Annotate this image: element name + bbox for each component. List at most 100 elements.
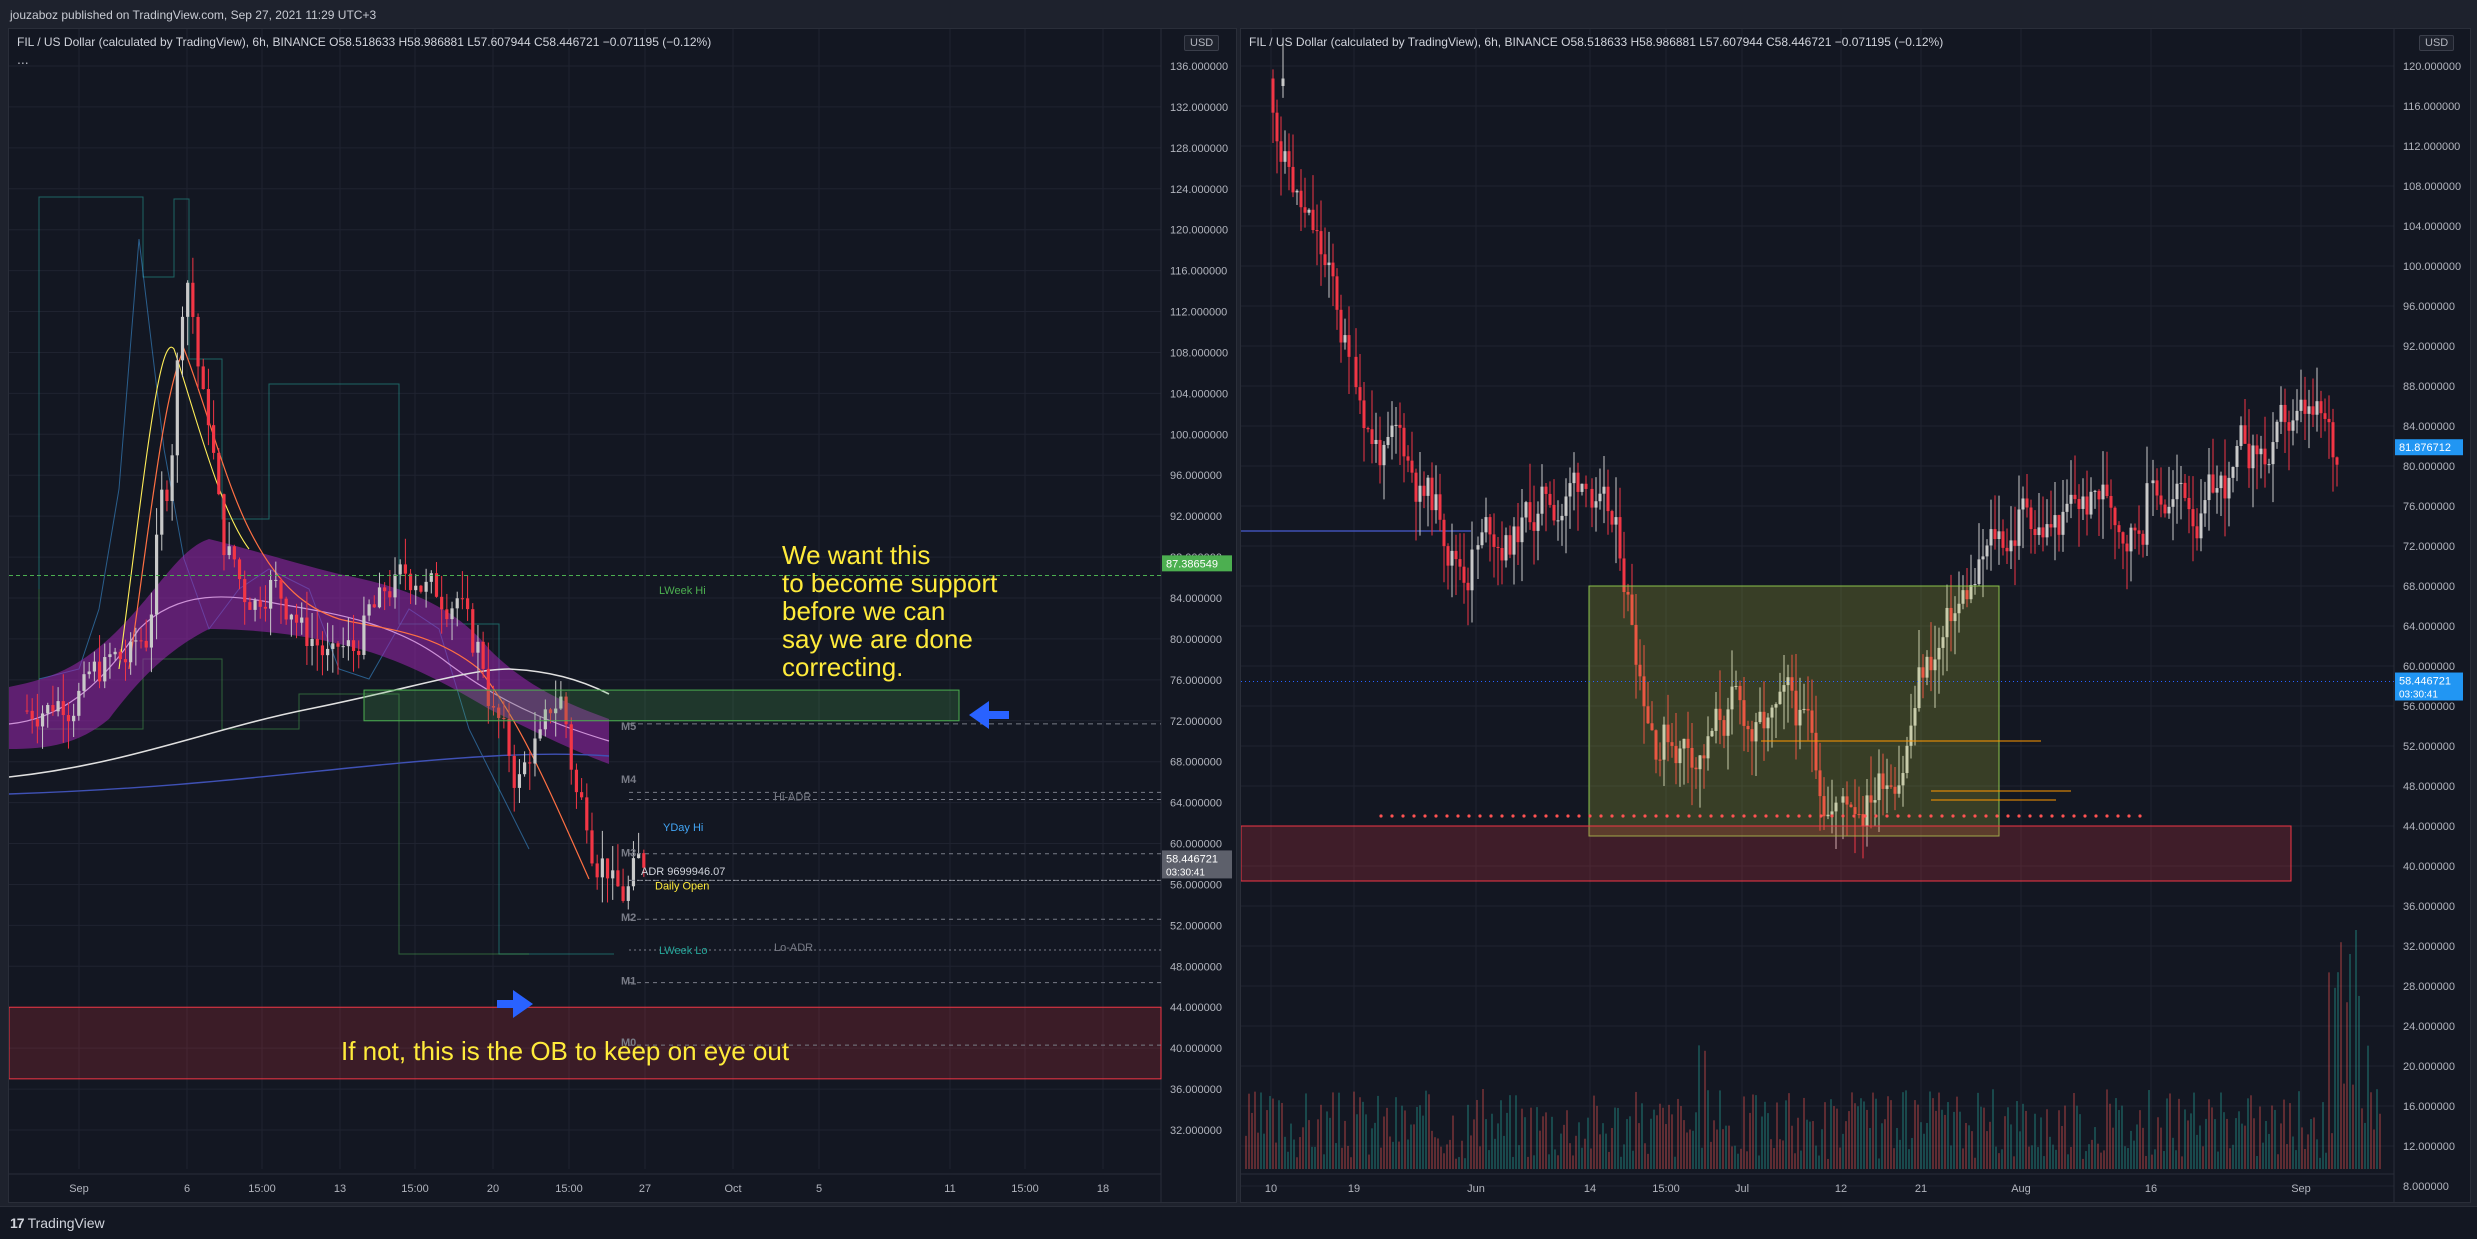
candle-body bbox=[129, 641, 133, 663]
volume-bar bbox=[1740, 1148, 1742, 1169]
candle-body bbox=[1977, 559, 1981, 585]
right-currency-badge[interactable]: USD bbox=[2419, 35, 2455, 51]
volume-bar bbox=[1731, 1146, 1733, 1169]
volume-bar bbox=[1893, 1148, 1895, 1169]
volume-bar bbox=[2256, 1155, 2258, 1169]
volume-bar bbox=[1809, 1121, 1811, 1169]
volume-bar bbox=[1503, 1135, 1505, 1169]
volume-bar bbox=[1614, 1107, 1616, 1169]
left-currency-badge[interactable]: USD bbox=[1184, 35, 1220, 51]
candle-body bbox=[2187, 497, 2191, 510]
candle-body bbox=[237, 559, 242, 580]
last-price-text: 58.446721 bbox=[1166, 853, 1218, 865]
candle-body bbox=[258, 600, 262, 607]
volume-bar bbox=[1584, 1138, 1586, 1169]
price-tick-label: 76.000000 bbox=[1170, 675, 1222, 687]
volume-bar bbox=[2334, 987, 2336, 1169]
candle-body bbox=[40, 713, 45, 727]
volume-bar bbox=[1662, 1107, 1664, 1169]
volume-bar bbox=[2043, 1156, 2045, 1169]
volume-bar bbox=[1743, 1096, 1745, 1169]
candle-body bbox=[1339, 309, 1343, 343]
candle-body bbox=[1989, 529, 1993, 546]
time-tick-label: 16 bbox=[2145, 1183, 2157, 1195]
dotted-level-dot bbox=[1874, 814, 1878, 818]
right-chart-panel[interactable]: 120.000000 116.000000 112.000000 108.000000… bbox=[1240, 28, 2471, 1203]
candle-body bbox=[2315, 401, 2319, 415]
volume-bar bbox=[1848, 1111, 1850, 1169]
left-more-icon[interactable]: ... bbox=[17, 51, 29, 67]
candle-body bbox=[2295, 410, 2299, 421]
volume-bar bbox=[1860, 1098, 1862, 1169]
left-chart-panel[interactable]: 136.000000 132.000000 128.000000 124.000000… bbox=[8, 28, 1237, 1203]
volume-bar bbox=[1413, 1124, 1415, 1169]
candle-body bbox=[445, 609, 449, 620]
volume-bar bbox=[1248, 1093, 1250, 1169]
time-tick-label: 15:00 bbox=[1011, 1183, 1039, 1195]
candle-body bbox=[2171, 499, 2175, 507]
volume-bar bbox=[1734, 1145, 1736, 1169]
dotted-level-dot bbox=[1786, 814, 1790, 818]
time-tick-label: 15:00 bbox=[248, 1183, 276, 1195]
volume-bar bbox=[2139, 1110, 2141, 1169]
volume-bar bbox=[1272, 1098, 1274, 1169]
candle-body bbox=[253, 600, 257, 610]
dotted-level-dot bbox=[1610, 814, 1614, 818]
tradingview-logo-icon[interactable]: 17 TradingView bbox=[10, 1215, 105, 1231]
volume-bar bbox=[1566, 1110, 1568, 1169]
price-tick-label: 8.000000 bbox=[2403, 1181, 2449, 1193]
dotted-level-dot bbox=[1522, 814, 1526, 818]
volume-bar bbox=[1440, 1146, 1442, 1169]
candle-body bbox=[1985, 545, 1989, 557]
candle-body bbox=[2175, 483, 2179, 500]
candle-body bbox=[1311, 209, 1315, 231]
candle-body bbox=[305, 617, 309, 647]
volume-bar bbox=[1407, 1139, 1409, 1169]
volume-bar bbox=[2100, 1152, 2102, 1169]
volume-bar bbox=[1425, 1090, 1427, 1169]
volume-bar bbox=[1602, 1123, 1604, 1169]
volume-bar bbox=[1431, 1130, 1433, 1169]
candle-body bbox=[1315, 230, 1319, 232]
volume-bar bbox=[1644, 1143, 1646, 1169]
volume-bar bbox=[2295, 1150, 2297, 1169]
volume-bar bbox=[1392, 1141, 1394, 1169]
candle-body bbox=[512, 755, 516, 788]
candle-body bbox=[2239, 425, 2243, 446]
annotation-top-line: before we can bbox=[782, 596, 945, 626]
volume-bar bbox=[1656, 1115, 1658, 1169]
candle-body bbox=[1993, 529, 1997, 540]
volume-bar bbox=[1341, 1147, 1343, 1169]
dotted-level-dot bbox=[1830, 814, 1834, 818]
volume-bar bbox=[1350, 1157, 1352, 1169]
candle-body bbox=[341, 646, 345, 648]
volume-bar bbox=[2082, 1158, 2084, 1169]
level-label: M3 bbox=[621, 848, 636, 860]
price-tick-label: 68.000000 bbox=[1170, 757, 1222, 769]
volume-bar bbox=[1275, 1142, 1277, 1169]
candle-body bbox=[1568, 483, 1572, 497]
price-tick-label: 120.000000 bbox=[2403, 61, 2461, 73]
volume-bar bbox=[2379, 1113, 2381, 1169]
candle-body bbox=[2267, 464, 2271, 466]
volume-bar bbox=[2145, 1155, 2147, 1169]
candle-body bbox=[2331, 422, 2335, 458]
dotted-level-dot bbox=[1929, 814, 1933, 818]
price-tick-label: 108.000000 bbox=[1170, 347, 1228, 359]
price-tick-label: 104.000000 bbox=[1170, 388, 1228, 400]
volume-bar bbox=[1956, 1096, 1958, 1169]
left-chart-canvas[interactable]: 136.000000 132.000000 128.000000 124.000000… bbox=[9, 29, 1236, 1202]
candle-body bbox=[1484, 517, 1488, 533]
candle-body bbox=[1480, 532, 1484, 546]
volume-bar bbox=[1764, 1101, 1766, 1169]
volume-bar bbox=[2292, 1136, 2294, 1169]
right-chart-canvas[interactable]: 120.000000116.000000112.000000108.000000… bbox=[1241, 29, 2470, 1202]
price-tick-label: 88.000000 bbox=[2403, 381, 2455, 393]
dotted-level-dot bbox=[1687, 814, 1691, 818]
volume-bar bbox=[1659, 1103, 1661, 1169]
volume-bar bbox=[1698, 1045, 1700, 1169]
volume-bar bbox=[1641, 1103, 1643, 1169]
candle-body bbox=[149, 614, 153, 648]
candle-body bbox=[2077, 499, 2081, 509]
volume-bar bbox=[1806, 1119, 1808, 1169]
